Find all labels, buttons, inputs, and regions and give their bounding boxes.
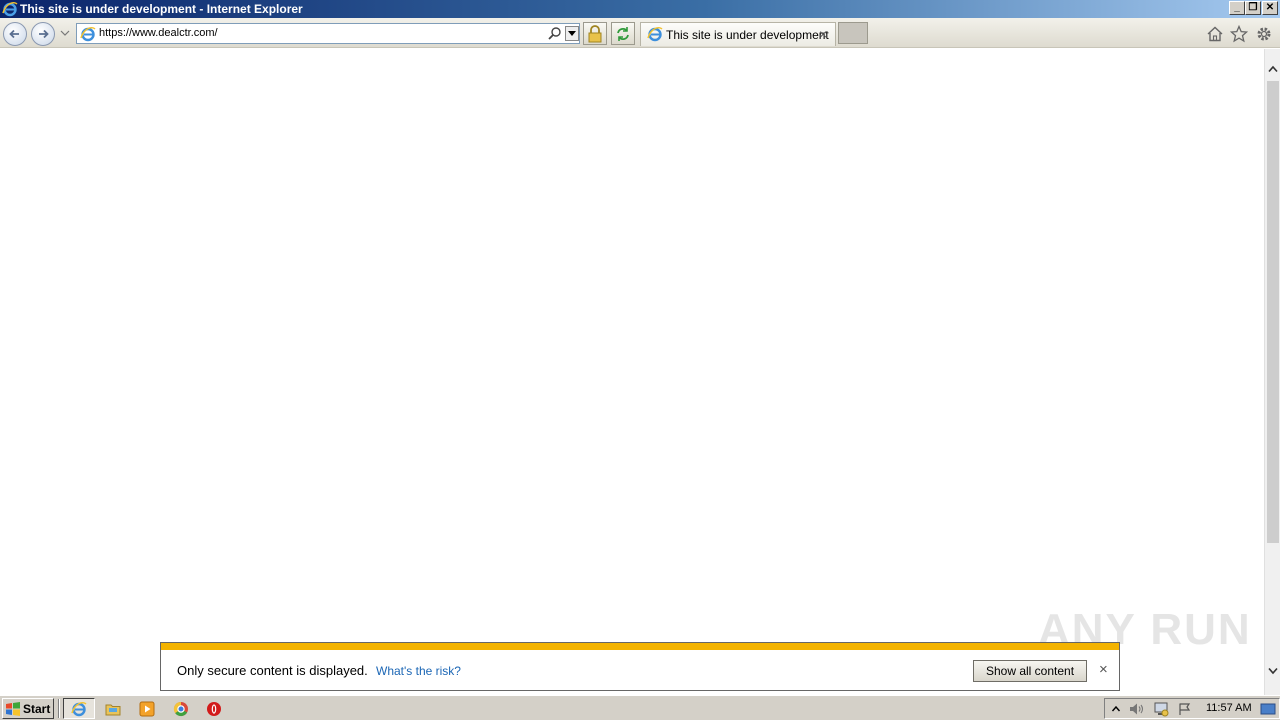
- opera-icon: [207, 701, 221, 716]
- home-icon[interactable]: [1206, 25, 1224, 43]
- folder-icon: [105, 704, 121, 715]
- taskbar-separator: [58, 699, 60, 718]
- back-arrow-icon: [9, 29, 19, 39]
- mixed-content-notification-bar: Only secure content is displayed. What's…: [160, 642, 1120, 691]
- start-label: Start: [23, 701, 51, 716]
- show-desktop-button[interactable]: [1258, 699, 1278, 718]
- refresh-button[interactable]: [611, 22, 635, 45]
- tray-volume[interactable]: [1127, 699, 1147, 718]
- ie-logo-icon: [71, 701, 87, 716]
- url-text[interactable]: https://www.dealctr.com/: [99, 27, 218, 39]
- speaker-icon: [1130, 703, 1144, 714]
- new-tab-button[interactable]: [838, 22, 868, 44]
- chrome-icon: [173, 701, 188, 716]
- taskbar-ie-button[interactable]: [69, 699, 89, 718]
- start-button[interactable]: Start: [2, 698, 54, 719]
- restore-button[interactable]: ❐: [1245, 1, 1261, 15]
- forward-button[interactable]: [31, 22, 55, 46]
- page-content[interactable]: [0, 49, 1264, 695]
- scroll-down-button[interactable]: [1265, 663, 1280, 679]
- address-dropdown-button[interactable]: [565, 26, 579, 41]
- tab-this-site-is-under-development[interactable]: This site is under development ×: [640, 22, 836, 46]
- chevron-down-icon: [1268, 667, 1278, 675]
- chevron-up-icon: [1111, 705, 1121, 711]
- ie-logo-icon: [2, 1, 18, 17]
- taskbar-chrome[interactable]: [171, 699, 191, 718]
- close-icon: ✕: [1265, 2, 1275, 13]
- scroll-thumb[interactable]: [1267, 81, 1279, 543]
- minimize-button[interactable]: _: [1229, 1, 1245, 15]
- tab-label: This site is under development: [666, 28, 829, 42]
- ie-page-icon: [80, 26, 96, 42]
- search-icon[interactable]: [547, 26, 563, 42]
- whats-the-risk-link[interactable]: What's the risk?: [376, 664, 461, 678]
- chevron-up-icon: [1268, 65, 1278, 73]
- taskbar-file-explorer[interactable]: [103, 699, 123, 718]
- chevron-down-icon: [568, 30, 576, 36]
- taskbar-media-player[interactable]: [137, 699, 157, 718]
- close-notification-icon[interactable]: ×: [1099, 661, 1108, 678]
- vertical-scrollbar[interactable]: [1264, 49, 1280, 695]
- notification-message: Only secure content is displayed.: [177, 663, 368, 678]
- flag-icon: [1179, 702, 1191, 715]
- tray-network[interactable]: [1151, 699, 1171, 718]
- notification-stripe: [161, 643, 1119, 650]
- desktop-icon: [1260, 703, 1276, 714]
- network-icon: [1154, 702, 1169, 716]
- show-all-content-button[interactable]: Show all content: [973, 660, 1087, 682]
- recent-pages-dropdown-icon[interactable]: [60, 28, 70, 38]
- minimize-icon: _: [1234, 2, 1240, 13]
- security-report-button[interactable]: [583, 22, 607, 45]
- back-button[interactable]: [3, 22, 27, 46]
- gear-icon[interactable]: [1255, 25, 1273, 43]
- address-bar[interactable]: https://www.dealctr.com/: [76, 23, 580, 44]
- restore-icon: ❐: [1248, 2, 1258, 13]
- forward-arrow-icon: [39, 29, 49, 39]
- show-hidden-icons-button[interactable]: [1106, 699, 1126, 718]
- windows-logo-icon: [6, 701, 20, 716]
- star-icon[interactable]: [1230, 25, 1248, 43]
- ie-page-icon: [647, 26, 663, 42]
- taskbar-opera[interactable]: [204, 699, 224, 718]
- window-title: This site is under development - Interne…: [20, 2, 303, 16]
- refresh-icon: [617, 26, 629, 41]
- taskbar-clock[interactable]: 11:57 AM: [1206, 702, 1252, 714]
- title-bar[interactable]: This site is under development - Interne…: [0, 0, 1280, 18]
- media-player-icon: [139, 701, 155, 716]
- taskbar: Start 11:57 AM: [0, 695, 1280, 720]
- tray-action-center[interactable]: [1175, 699, 1195, 718]
- close-tab-icon[interactable]: ×: [819, 26, 827, 42]
- close-window-button[interactable]: ✕: [1262, 1, 1278, 15]
- scroll-up-button[interactable]: [1265, 61, 1280, 77]
- lock-icon: [588, 24, 602, 42]
